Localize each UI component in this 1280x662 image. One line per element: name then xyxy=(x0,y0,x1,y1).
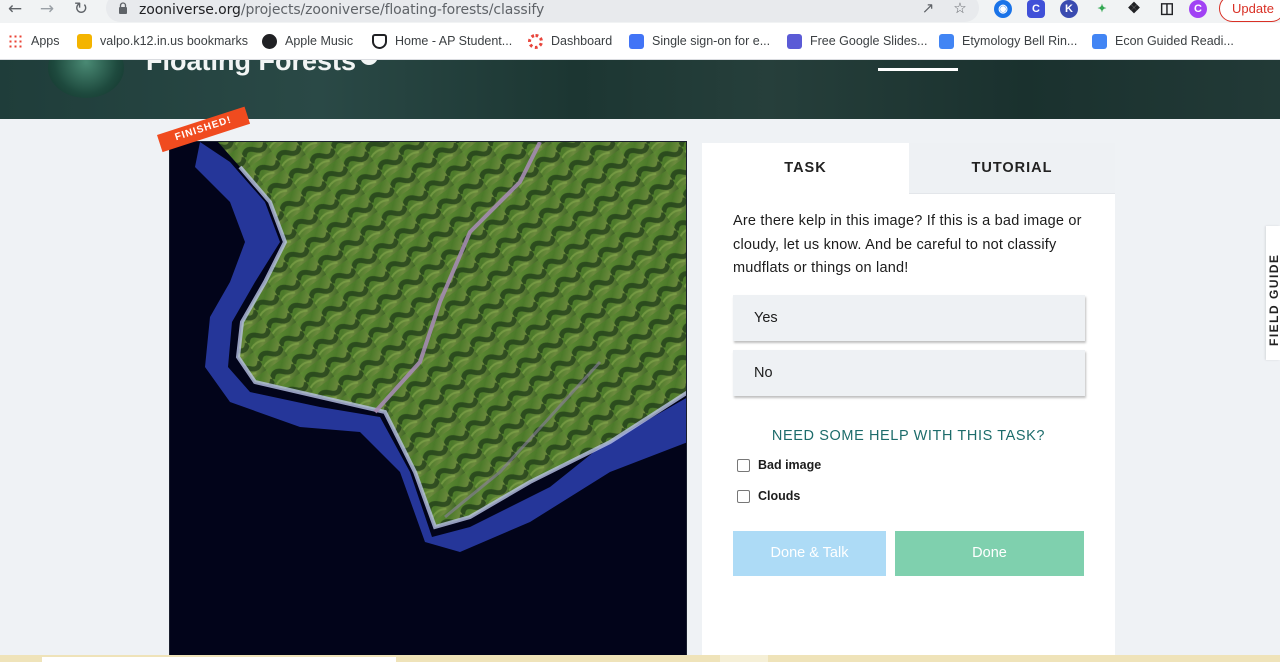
bookmark-ap-student[interactable]: Home - AP Student... xyxy=(372,32,512,50)
bookmark-label: Apps xyxy=(31,34,60,48)
bookmark-label: Home - AP Student... xyxy=(395,34,513,48)
bookmarks-bar: Apps valpo.k12.in.us bookmarks Apple Mus… xyxy=(0,23,1280,60)
bookmark-etymology[interactable]: Etymology Bell Rin... xyxy=(939,32,1077,50)
bottom-strip-segment xyxy=(42,657,396,662)
url-text: zooniverse.org/projects/zooniverse/float… xyxy=(139,2,545,18)
star-icon[interactable]: ☆ xyxy=(952,0,968,16)
folder-icon xyxy=(77,33,92,49)
clouds-checkbox-row[interactable]: Clouds xyxy=(737,489,800,503)
bookmark-apps[interactable]: Apps xyxy=(8,32,60,50)
done-button[interactable]: Done xyxy=(895,531,1084,576)
bookmark-label: valpo.k12.in.us bookmarks xyxy=(100,34,248,48)
lock-icon xyxy=(119,2,127,14)
bottom-strip-segment xyxy=(720,655,768,662)
clouds-label: Clouds xyxy=(758,489,801,503)
bookmark-label: Apple Music xyxy=(285,34,354,48)
done-and-talk-button[interactable]: Done & Talk xyxy=(733,531,886,576)
active-nav-underline xyxy=(878,68,958,71)
bookmark-apple-music[interactable]: Apple Music xyxy=(262,32,353,50)
field-guide-label: FIELD GUIDE xyxy=(1267,253,1280,346)
bookmark-google-slides[interactable]: Free Google Slides... xyxy=(787,32,927,50)
shield-icon xyxy=(372,33,387,49)
answer-yes-button[interactable]: Yes xyxy=(733,295,1085,341)
bookmark-single-sign-on[interactable]: Single sign-on for e... xyxy=(629,32,770,50)
project-title[interactable]: Floating Forests xyxy=(146,60,356,77)
share-icon[interactable]: ↗ xyxy=(920,0,936,16)
extension-c-icon[interactable]: C xyxy=(1027,0,1045,18)
clouds-checkbox[interactable] xyxy=(737,489,750,503)
tab-task[interactable]: TASK xyxy=(702,143,909,194)
field-guide-tab[interactable]: FIELD GUIDE xyxy=(1266,226,1280,360)
slides-icon xyxy=(787,33,802,49)
info-icon[interactable] xyxy=(360,60,378,65)
puzzle-icon[interactable]: ❖ xyxy=(1125,0,1143,18)
bookmark-valpo[interactable]: valpo.k12.in.us bookmarks xyxy=(77,32,248,50)
answer-no-button[interactable]: No xyxy=(733,350,1085,396)
help-link[interactable]: NEED SOME HELP WITH THIS TASK? xyxy=(702,428,1115,444)
extension-leaf-icon[interactable]: ✦ xyxy=(1093,0,1111,18)
bookmark-label: Etymology Bell Rin... xyxy=(962,34,1078,48)
project-avatar[interactable] xyxy=(48,60,124,98)
dashboard-icon xyxy=(528,33,543,49)
extension-k-icon[interactable]: K xyxy=(1060,0,1078,18)
bottom-strip xyxy=(0,655,1280,662)
address-bar[interactable]: zooniverse.org/projects/zooniverse/float… xyxy=(106,0,979,22)
music-icon xyxy=(262,33,277,49)
reload-icon[interactable]: ↻ xyxy=(71,0,91,20)
bookmark-label: Free Google Slides... xyxy=(810,34,928,48)
bookmark-label: Single sign-on for e... xyxy=(652,34,771,48)
bookmark-dashboard[interactable]: Dashboard xyxy=(528,32,612,50)
update-button[interactable]: Update xyxy=(1219,0,1280,22)
forward-icon[interactable]: → xyxy=(37,0,57,20)
bad-image-checkbox[interactable] xyxy=(737,458,750,472)
bookmark-label: Econ Guided Readi... xyxy=(1115,34,1234,48)
bookmark-label: Dashboard xyxy=(551,34,613,48)
extension-shield-icon[interactable]: ◉ xyxy=(994,0,1012,18)
task-panel: TASK TUTORIAL Are there kelp in this ima… xyxy=(702,143,1115,662)
back-icon[interactable]: ← xyxy=(5,0,25,20)
bad-image-label: Bad image xyxy=(758,458,822,472)
browser-toolbar: ← → ↻ zooniverse.org/projects/zooniverse… xyxy=(0,0,1280,23)
apps-grid-icon xyxy=(8,33,23,49)
profile-avatar[interactable]: C xyxy=(1189,0,1207,18)
side-panel-icon[interactable]: ◫ xyxy=(1158,0,1176,18)
satellite-coastline-image xyxy=(170,142,686,661)
clever-icon xyxy=(629,33,644,49)
docs-icon xyxy=(1092,33,1107,49)
bookmark-econ[interactable]: Econ Guided Readi... xyxy=(1092,32,1234,50)
project-header: Floating Forests xyxy=(0,60,1280,119)
tab-tutorial[interactable]: TUTORIAL xyxy=(909,143,1115,194)
docs-icon xyxy=(939,33,954,49)
task-question: Are there kelp in this image? If this is… xyxy=(733,213,1082,276)
subject-image[interactable] xyxy=(169,141,687,662)
bad-image-checkbox-row[interactable]: Bad image xyxy=(737,458,821,472)
